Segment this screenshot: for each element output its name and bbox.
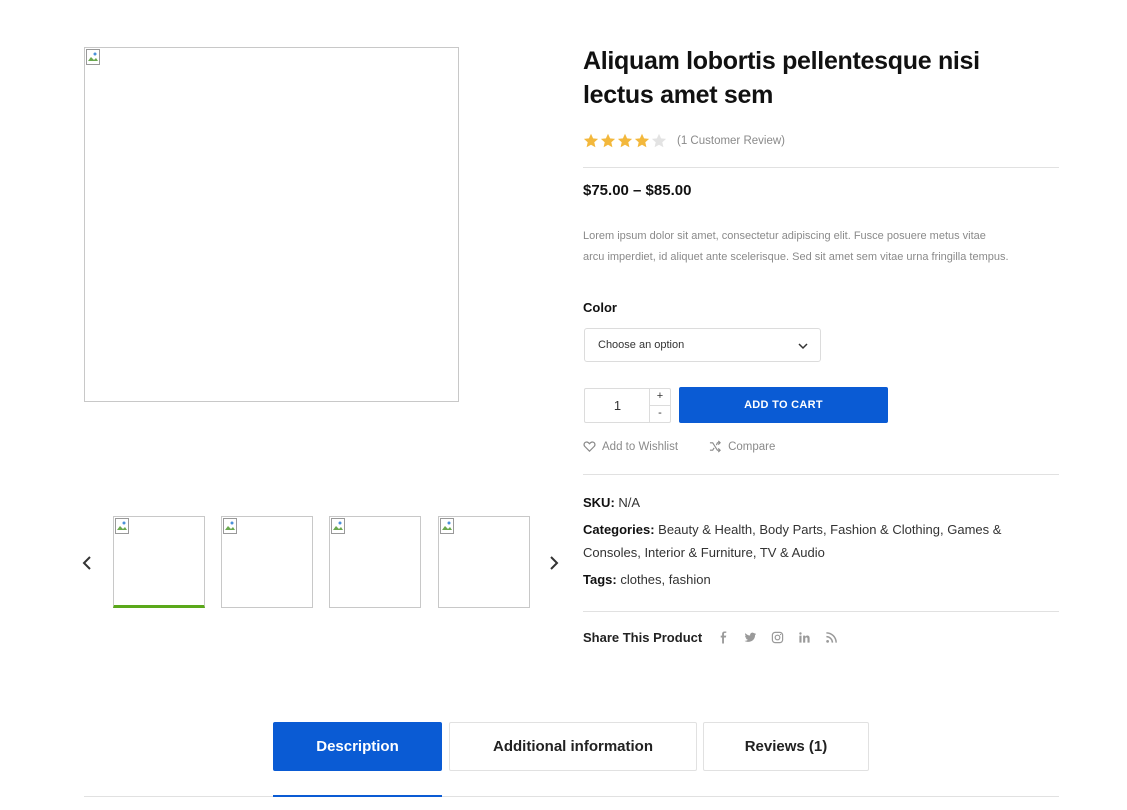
broken-image-icon	[115, 518, 129, 534]
tag-link[interactable]: fashion	[669, 572, 711, 587]
divider	[583, 611, 1059, 612]
product-meta: SKU: N/A Categories: Beauty & Health, Bo…	[583, 491, 1059, 595]
star-empty-icon	[651, 133, 667, 148]
product-main-image[interactable]	[84, 47, 459, 402]
product-rating: (1 Customer Review)	[583, 132, 785, 150]
category-link[interactable]: Interior & Furniture	[644, 545, 752, 560]
tab-additional-information[interactable]: Additional information	[449, 722, 697, 771]
quantity-input[interactable]	[585, 389, 650, 422]
tabs-divider	[84, 796, 1059, 797]
sku-value: N/A	[618, 495, 641, 510]
categories-row: Categories: Beauty & Health, Body Parts,…	[583, 522, 1002, 560]
thumbnail-4[interactable]	[438, 516, 530, 608]
wishlist-link[interactable]: Add to Wishlist	[583, 440, 678, 453]
twitter-icon[interactable]	[743, 631, 757, 645]
compare-label: Compare	[728, 440, 776, 453]
color-select-value: Choose an option	[598, 339, 685, 351]
product-title-line1: Aliquam lobortis pellentesque nisi	[583, 47, 980, 75]
tag-link[interactable]: clothes	[620, 572, 661, 587]
thumbnail-1[interactable]	[113, 516, 205, 608]
broken-image-icon	[440, 518, 454, 534]
share-label: Share This Product	[583, 630, 703, 645]
color-select[interactable]: Choose an option	[584, 328, 821, 362]
divider	[583, 167, 1059, 168]
description-line2: arcu imperdiet, id aliquet ante sceleris…	[583, 251, 1009, 263]
thumbnail-2[interactable]	[221, 516, 313, 608]
tab-reviews[interactable]: Reviews (1)	[703, 722, 869, 771]
quantity-buttons: + -	[649, 389, 670, 422]
broken-image-icon	[223, 518, 237, 534]
product-title: Aliquam lobortis pellentesque nisi lectu…	[583, 44, 1059, 112]
instagram-icon[interactable]	[770, 631, 784, 645]
star-rating	[583, 133, 667, 149]
linkedin-icon[interactable]	[797, 631, 811, 645]
facebook-icon[interactable]	[716, 631, 730, 645]
compare-link[interactable]: Compare	[709, 440, 775, 453]
share-icons	[716, 631, 838, 645]
tab-description[interactable]: Description	[273, 722, 442, 771]
share-section: Share This Product	[583, 630, 838, 645]
wishlist-label: Add to Wishlist	[602, 440, 679, 453]
category-link[interactable]: Body Parts	[759, 522, 823, 537]
quantity-plus-button[interactable]: +	[650, 389, 670, 405]
review-link[interactable]: (1 Customer Review)	[677, 135, 785, 147]
add-to-cart-button[interactable]: ADD TO CART	[679, 387, 888, 423]
tags-label: Tags:	[583, 572, 617, 587]
active-tab-indicator	[273, 795, 442, 797]
heart-icon	[583, 441, 596, 452]
category-link[interactable]: TV & Audio	[760, 545, 825, 560]
star-filled-icon	[617, 133, 633, 148]
chevron-right-icon[interactable]	[545, 554, 561, 572]
color-label: Color	[583, 300, 617, 315]
sku-label: SKU:	[583, 495, 615, 510]
rss-icon[interactable]	[824, 631, 838, 645]
description-line1: Lorem ipsum dolor sit amet, consectetur …	[583, 230, 986, 242]
broken-image-icon	[86, 49, 100, 65]
star-filled-icon	[634, 133, 650, 148]
chevron-down-icon	[798, 343, 808, 350]
star-filled-icon	[583, 133, 599, 148]
quantity-stepper: + -	[584, 388, 671, 423]
thumbnail-carousel	[80, 516, 565, 611]
product-summary: Aliquam lobortis pellentesque nisi lectu…	[583, 44, 1059, 645]
product-short-description: Lorem ipsum dolor sit amet, consectetur …	[583, 226, 1059, 268]
thumbnail-3[interactable]	[329, 516, 421, 608]
broken-image-icon	[331, 518, 345, 534]
shuffle-icon	[709, 440, 721, 453]
categories-label: Categories:	[583, 522, 655, 537]
product-actions: Add to Wishlist Compare	[583, 440, 775, 453]
product-title-line2: lectus amet sem	[583, 81, 774, 109]
product-price: $75.00 – $85.00	[583, 182, 692, 199]
quantity-minus-button[interactable]: -	[650, 405, 670, 421]
chevron-left-icon[interactable]	[80, 554, 96, 572]
tags-row: Tags: clothes, fashion	[583, 572, 711, 587]
sku-row: SKU: N/A	[583, 491, 1059, 514]
category-link[interactable]: Fashion & Clothing	[830, 522, 940, 537]
category-link[interactable]: Games &	[947, 522, 1001, 537]
category-link[interactable]: Beauty & Health	[658, 522, 752, 537]
star-filled-icon	[600, 133, 616, 148]
category-link[interactable]: Consoles	[583, 545, 637, 560]
divider	[583, 474, 1059, 475]
